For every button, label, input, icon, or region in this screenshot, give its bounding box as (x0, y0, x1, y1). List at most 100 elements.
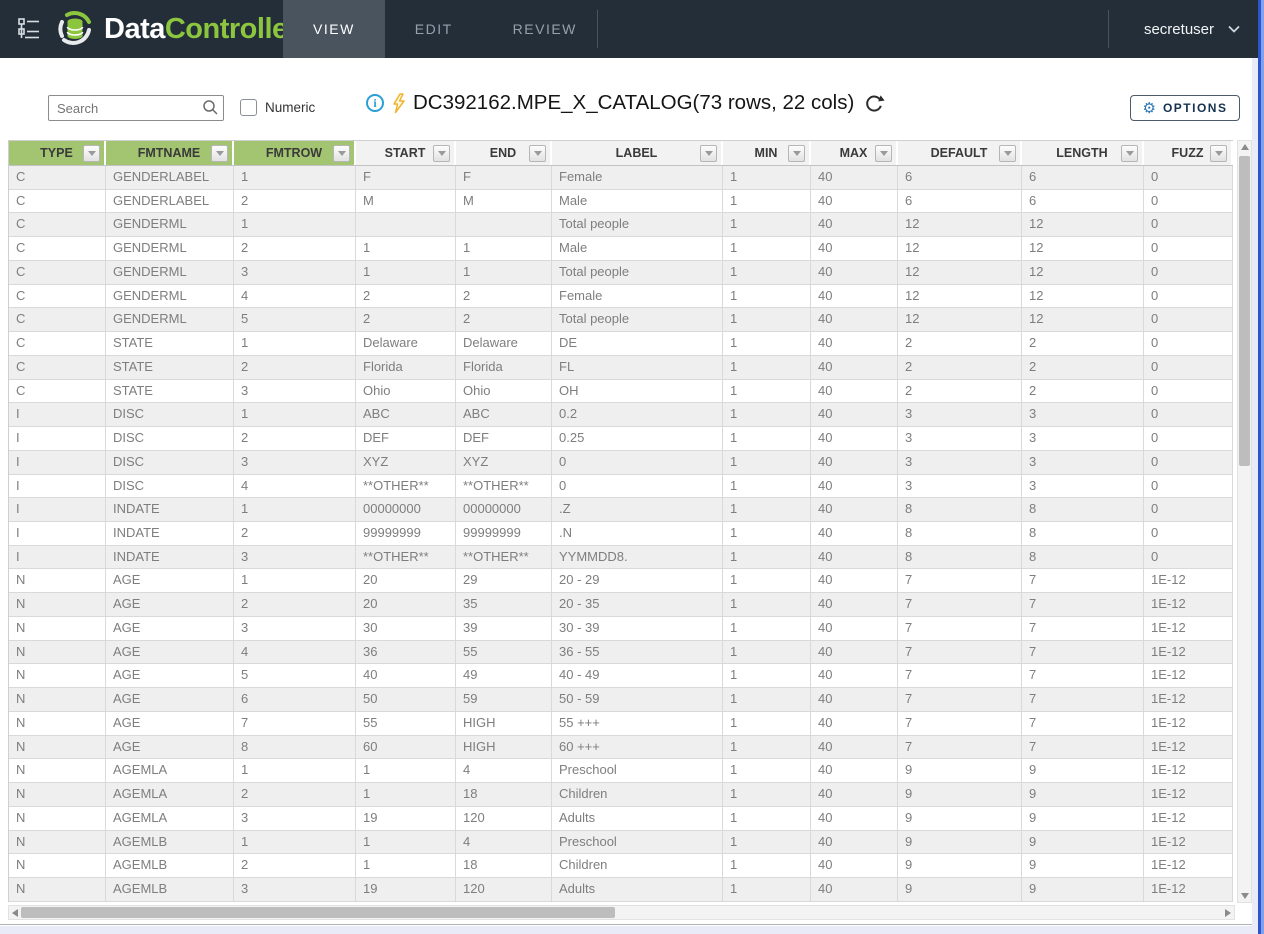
grid-cell[interactable] (456, 213, 552, 237)
grid-cell[interactable]: 1E-12 (1144, 807, 1233, 831)
grid-cell[interactable]: AGEMLB (106, 854, 234, 878)
grid-cell[interactable]: Total people (552, 308, 723, 332)
grid-cell[interactable]: C (9, 308, 106, 332)
grid-cell[interactable]: 1 (723, 546, 811, 570)
table-row[interactable]: NAGEMLB114Preschool140991E-12 (9, 831, 1233, 855)
filter-icon[interactable] (999, 145, 1016, 162)
grid-cell[interactable]: OH (552, 380, 723, 404)
grid-cell[interactable]: 40 (811, 783, 898, 807)
grid-cell[interactable]: 36 (356, 641, 456, 665)
grid-cell[interactable]: N (9, 712, 106, 736)
table-row[interactable]: NAGE4365536 - 55140771E-12 (9, 641, 1233, 665)
grid-cell[interactable]: 7 (898, 641, 1022, 665)
numeric-checkbox[interactable] (240, 99, 257, 116)
grid-cell[interactable]: 3 (898, 475, 1022, 499)
grid-cell[interactable]: GENDERLABEL (106, 166, 234, 190)
grid-cell[interactable]: 40 (811, 593, 898, 617)
grid-cell[interactable]: 1 (723, 403, 811, 427)
grid-cell[interactable]: 1E-12 (1144, 664, 1233, 688)
grid-cell[interactable]: 7 (1022, 688, 1144, 712)
grid-cell[interactable]: 50 - 59 (552, 688, 723, 712)
grid-cell[interactable]: 9 (1022, 759, 1144, 783)
grid-cell[interactable]: 7 (1022, 593, 1144, 617)
grid-cell[interactable]: 7 (1022, 617, 1144, 641)
grid-cell[interactable]: AGE (106, 688, 234, 712)
grid-cell[interactable]: FL (552, 356, 723, 380)
table-row[interactable]: NAGE5404940 - 49140771E-12 (9, 664, 1233, 688)
grid-cell[interactable]: 1E-12 (1144, 712, 1233, 736)
grid-cell[interactable]: I (9, 546, 106, 570)
column-header-label[interactable]: LABEL (552, 141, 723, 165)
grid-cell[interactable]: Delaware (456, 332, 552, 356)
grid-cell[interactable]: 7 (1022, 736, 1144, 760)
grid-cell[interactable]: 20 (356, 569, 456, 593)
grid-cell[interactable]: 6 (234, 688, 356, 712)
scroll-down-arrow-icon[interactable] (1241, 893, 1249, 899)
grid-cell[interactable]: 12 (898, 261, 1022, 285)
scroll-right-arrow-icon[interactable] (1225, 909, 1231, 917)
grid-cell[interactable]: 3 (234, 617, 356, 641)
grid-cell[interactable]: 18 (456, 783, 552, 807)
grid-cell[interactable]: 1 (723, 617, 811, 641)
grid-cell[interactable]: 1 (234, 498, 356, 522)
grid-cell[interactable]: F (356, 166, 456, 190)
grid-cell[interactable]: 1E-12 (1144, 783, 1233, 807)
grid-cell[interactable]: 40 (356, 664, 456, 688)
grid-cell[interactable]: 8 (1022, 522, 1144, 546)
grid-cell[interactable]: 1E-12 (1144, 736, 1233, 760)
grid-cell[interactable]: 2 (456, 308, 552, 332)
column-header-length[interactable]: LENGTH (1022, 141, 1144, 165)
grid-cell[interactable]: 0 (1144, 356, 1233, 380)
grid-cell[interactable]: 2 (234, 783, 356, 807)
scroll-up-arrow-icon[interactable] (1241, 144, 1249, 150)
grid-cell[interactable]: DE (552, 332, 723, 356)
grid-cell[interactable]: C (9, 380, 106, 404)
filter-icon[interactable] (211, 145, 228, 162)
table-row[interactable]: IINDATE29999999999999999.N140880 (9, 522, 1233, 546)
refresh-button[interactable] (863, 92, 885, 114)
table-row[interactable]: CGENDERML311Total people14012120 (9, 261, 1233, 285)
grid-cell[interactable]: 2 (356, 308, 456, 332)
table-row[interactable]: IDISC2DEFDEF0.25140330 (9, 427, 1233, 451)
grid-cell[interactable]: 1E-12 (1144, 831, 1233, 855)
user-menu[interactable]: secretuser (1144, 0, 1240, 58)
grid-cell[interactable]: **OTHER** (356, 546, 456, 570)
table-row[interactable]: NAGEMLB2118Children140991E-12 (9, 854, 1233, 878)
grid-cell[interactable]: AGE (106, 569, 234, 593)
filter-icon[interactable] (788, 145, 805, 162)
grid-cell[interactable]: 12 (1022, 213, 1144, 237)
grid-cell[interactable]: 3 (234, 261, 356, 285)
grid-cell[interactable]: 9 (1022, 831, 1144, 855)
table-row[interactable]: IINDATE3**OTHER****OTHER**YYMMDD8.140880 (9, 546, 1233, 570)
grid-cell[interactable]: 1 (356, 759, 456, 783)
grid-cell[interactable]: 1 (723, 569, 811, 593)
grid-cell[interactable]: 1 (356, 783, 456, 807)
grid-cell[interactable]: 2 (898, 356, 1022, 380)
grid-cell[interactable]: 35 (456, 593, 552, 617)
grid-cell[interactable]: 7 (898, 688, 1022, 712)
grid-cell[interactable]: 6 (1022, 166, 1144, 190)
grid-cell[interactable]: 1 (723, 807, 811, 831)
grid-cell[interactable]: 1 (234, 403, 356, 427)
grid-cell[interactable]: 59 (456, 688, 552, 712)
grid-cell[interactable]: ABC (356, 403, 456, 427)
table-row[interactable]: NAGE2203520 - 35140771E-12 (9, 593, 1233, 617)
grid-cell[interactable]: 1 (723, 451, 811, 475)
table-row[interactable]: CSTATE1DelawareDelawareDE140220 (9, 332, 1233, 356)
grid-cell[interactable]: 1 (234, 831, 356, 855)
grid-cell[interactable]: AGEMLA (106, 807, 234, 831)
grid-cell[interactable]: 1 (234, 166, 356, 190)
grid-cell[interactable]: C (9, 285, 106, 309)
grid-cell[interactable]: 40 (811, 688, 898, 712)
grid-cell[interactable]: 40 (811, 451, 898, 475)
grid-cell[interactable]: 8 (1022, 498, 1144, 522)
grid-cell[interactable]: 1 (723, 712, 811, 736)
table-row[interactable]: IDISC3XYZXYZ0140330 (9, 451, 1233, 475)
grid-cell[interactable]: M (456, 190, 552, 214)
grid-cell[interactable]: 2 (898, 332, 1022, 356)
grid-cell[interactable]: INDATE (106, 546, 234, 570)
grid-cell[interactable]: C (9, 356, 106, 380)
grid-cell[interactable]: 3 (1022, 475, 1144, 499)
grid-cell[interactable]: 9 (1022, 878, 1144, 902)
grid-cell[interactable]: 1 (723, 475, 811, 499)
